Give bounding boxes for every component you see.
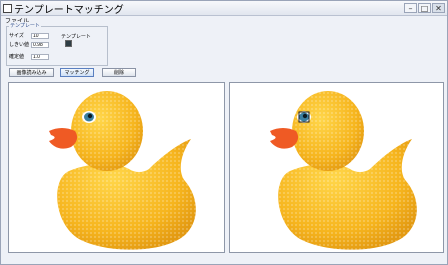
confirm-input[interactable] [31,53,49,60]
maximize-icon[interactable]: □ [418,3,431,13]
result-image-panel [229,82,444,253]
match-button[interactable]: マッチング [60,68,94,77]
app-icon [3,3,12,13]
size-input[interactable] [31,32,49,39]
window-controls: – □ ✕ [404,3,445,13]
template-label: テンプレート [61,34,91,40]
load-image-button[interactable]: 画像読み込み [9,68,54,77]
confirm-label: 確定値 [9,54,25,60]
source-image-panel [8,82,225,253]
close-icon[interactable]: ✕ [432,3,445,13]
threshold-row: しきい値 [9,41,49,48]
threshold-input[interactable] [31,41,49,48]
size-label: サイズ [9,33,24,39]
group-label: テンプレート [9,22,41,29]
title-bar[interactable]: テンプレートマッチング – □ ✕ [1,1,447,16]
app-window: テンプレートマッチング – □ ✕ ファイル テンプレート サイズ しきい値 確… [0,0,448,265]
window-title: テンプレートマッチング [14,4,124,16]
duck-image-left [9,83,224,252]
minimize-icon[interactable]: – [404,3,417,13]
threshold-label: しきい値 [9,42,30,48]
size-row: サイズ [9,32,49,39]
clear-button[interactable]: 削除 [102,68,136,77]
menu-bar: ファイル [1,16,447,25]
duck-image-right [230,83,443,252]
confirm-row: 確定値 [9,53,49,60]
template-preview [65,40,72,47]
